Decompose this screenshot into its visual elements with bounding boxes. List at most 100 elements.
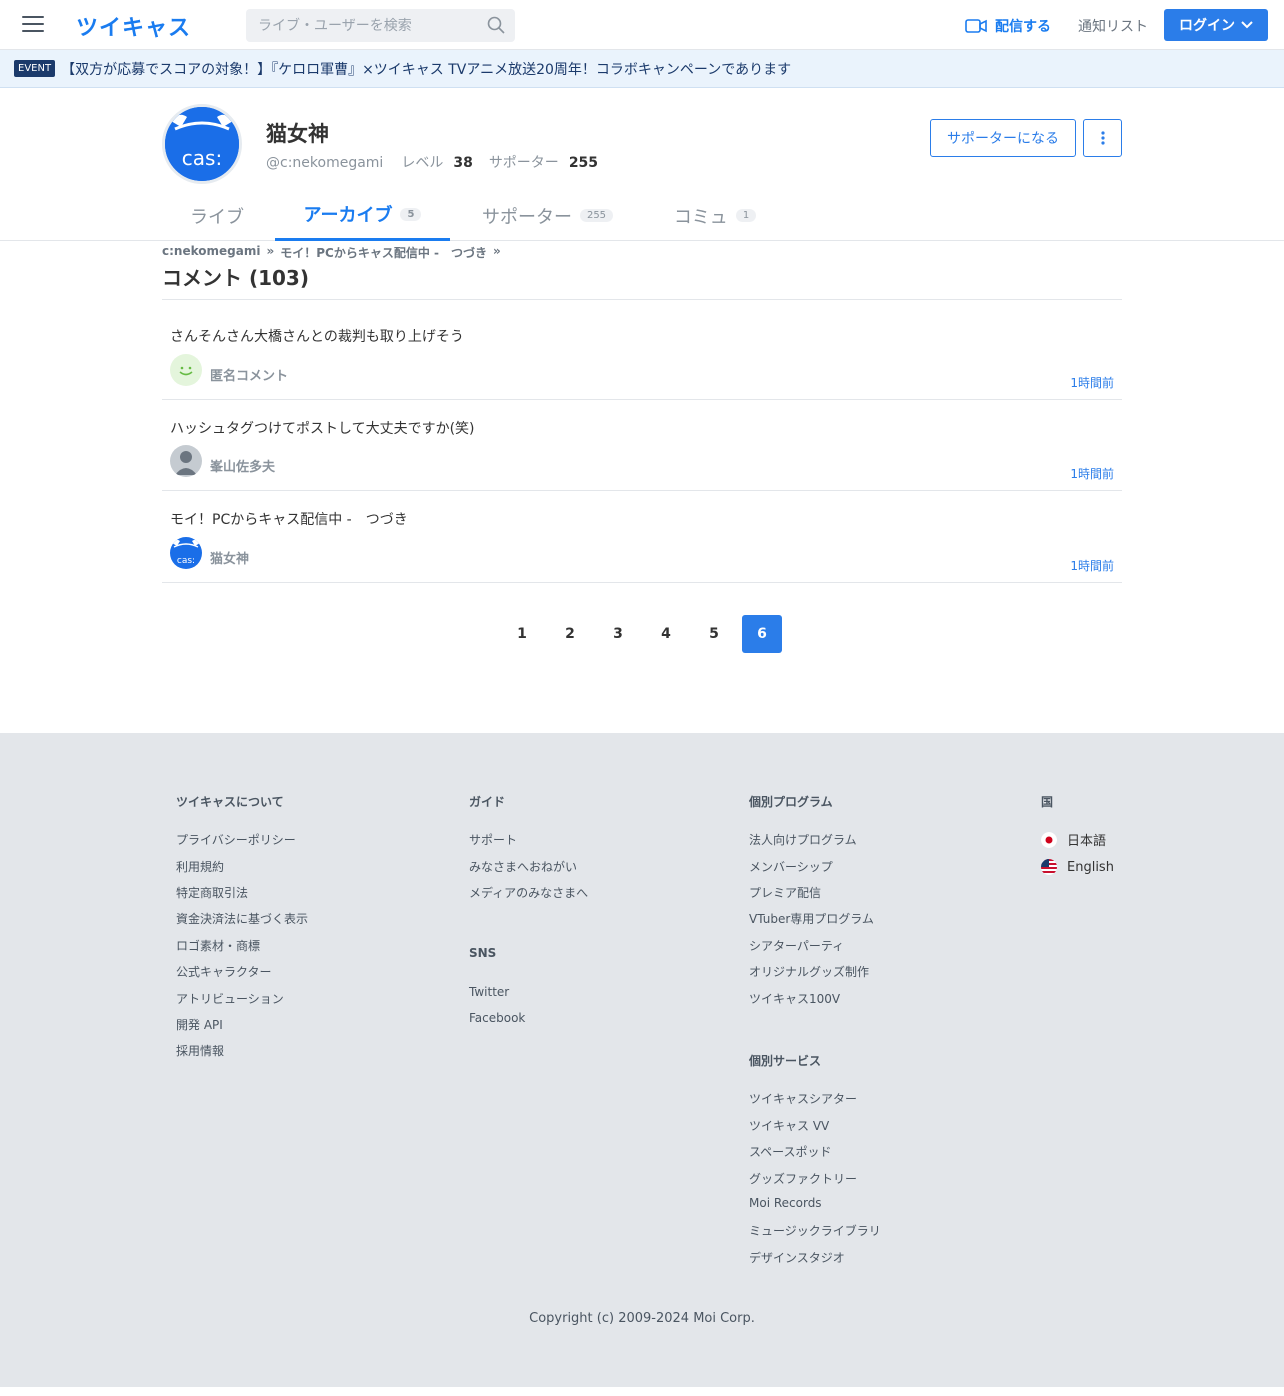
footer-link[interactable]: Twitter [469, 985, 509, 999]
person-avatar-icon[interactable] [170, 445, 202, 477]
broadcast-link[interactable]: 配信する [965, 16, 1051, 36]
breadcrumb-movie[interactable]: モイ！PCからキャス配信中 - つづき [280, 244, 487, 261]
comment-item: ハッシュタグつけてポストして大丈夫ですか(笑) 峯山佐多夫 1時間前 [162, 400, 1122, 491]
footer-link[interactable]: 利用規約 [176, 858, 224, 875]
comments-title: コメント (103) [162, 266, 309, 290]
footer-link[interactable]: 法人向けプログラム [749, 831, 857, 848]
page-4-link[interactable]: 4 [646, 615, 686, 653]
supporter-count-label: サポーター [488, 155, 559, 171]
footer-services-title: 個別サービス [749, 1054, 822, 1068]
search-icon[interactable] [487, 16, 505, 34]
supporter-count-value: 255 [568, 155, 599, 171]
footer-link[interactable]: デザインスタジオ [749, 1249, 845, 1266]
footer-programs-title: 個別プログラム [749, 795, 833, 809]
footer-link[interactable]: メディアのみなさまへ [469, 884, 588, 901]
footer-link[interactable]: Moi Records [749, 1196, 822, 1210]
page-1-link[interactable]: 1 [502, 615, 542, 653]
footer-link[interactable]: シアターパーティ [749, 937, 844, 954]
language-japanese[interactable]: 日本語 [1041, 830, 1106, 849]
footer-link[interactable]: グッズファクトリー [749, 1170, 857, 1187]
footer-link[interactable]: 開発 API [176, 1016, 223, 1033]
footer-link[interactable]: プライバシーポリシー [176, 831, 296, 848]
top-header: ツイキャス 配信する 通知リスト ログイン [0, 0, 1284, 50]
page-6-current[interactable]: 6 [742, 615, 782, 653]
cas-avatar-icon[interactable]: cas: [170, 537, 202, 569]
comment-item: モイ！PCからキャス配信中 - つづき cas: 猫女神 1時間前 [162, 491, 1122, 583]
profile-handle: @c:nekomegami [266, 155, 384, 171]
svg-text:cas:: cas: [177, 556, 195, 566]
level-label: レベル [401, 155, 444, 171]
us-flag-icon [1041, 859, 1057, 875]
language-label: 日本語 [1067, 834, 1107, 849]
comment-text: モイ！PCからキャス配信中 - つづき [170, 512, 408, 528]
tab-count: 255 [579, 209, 614, 222]
copyright: Copyright (c) 2009-2024 Moi Corp. [529, 1311, 755, 1326]
search-input[interactable] [246, 9, 476, 42]
footer-link[interactable]: アトリビューション [176, 990, 284, 1007]
profile-name: 猫女神 [266, 122, 329, 146]
comment-user[interactable]: 峯山佐多夫 [210, 456, 275, 475]
tab-archive[interactable]: アーカイブ 5 [275, 190, 450, 241]
footer: ツイキャスについて プライバシーポリシー 利用規約 特定商取引法 資金決済法に基… [0, 733, 1284, 1387]
footer-link[interactable]: サポート [469, 831, 517, 848]
menu-icon[interactable] [22, 16, 44, 34]
profile-tabs: ライブ アーカイブ 5 サポーター 255 コミュ 1 [0, 190, 1284, 241]
footer-link[interactable]: プレミア配信 [749, 884, 821, 901]
tab-label: コミュ [673, 206, 728, 228]
footer-link[interactable]: ツイキャス VV [749, 1117, 829, 1134]
breadcrumb-separator: » [492, 244, 501, 258]
comment-time[interactable]: 1時間前 [1070, 374, 1114, 391]
chevron-down-icon [1241, 21, 1253, 29]
comment-user[interactable]: 猫女神 [210, 548, 249, 567]
page-3-link[interactable]: 3 [598, 615, 638, 653]
breadcrumb: c:nekomegami » モイ！PCからキャス配信中 - つづき » [162, 244, 507, 261]
cas-logo-icon: cas: [165, 107, 239, 181]
site-logo[interactable]: ツイキャス [76, 10, 191, 42]
footer-link[interactable]: オリジナルグッズ制作 [749, 963, 869, 980]
language-english[interactable]: English [1041, 859, 1114, 875]
footer-link[interactable]: スペースポッド [749, 1143, 832, 1160]
language-label: English [1067, 859, 1114, 875]
notification-list-link[interactable]: 通知リスト [1078, 16, 1148, 36]
footer-link[interactable]: Facebook [469, 1011, 525, 1025]
comment-time[interactable]: 1時間前 [1070, 465, 1114, 482]
page-5-link[interactable]: 5 [694, 615, 734, 653]
comment-user[interactable]: 匿名コメント [210, 365, 288, 384]
comment-item: さんそんさん大橋さんとの裁判も取り上げそう 匿名コメント 1時間前 [162, 300, 1122, 400]
profile-avatar[interactable]: cas: [162, 104, 242, 184]
footer-link[interactable]: みなさまへおねがい [469, 858, 577, 875]
footer-link[interactable]: 公式キャラクター [176, 963, 272, 980]
footer-link[interactable]: ミュージックライブラリ [749, 1222, 881, 1239]
broadcast-label: 配信する [995, 19, 1051, 35]
breadcrumb-user[interactable]: c:nekomegami [162, 244, 260, 261]
event-link[interactable]: 【双方が応募でスコアの対象！】『ケロロ軍曹』×ツイキャス TVアニメ放送20周年… [61, 59, 791, 79]
footer-link[interactable]: 資金決済法に基づく表示 [176, 910, 308, 927]
breadcrumb-separator: » [266, 244, 275, 258]
become-supporter-button[interactable]: サポーターになる [930, 119, 1076, 157]
footer-link[interactable]: ツイキャスシアター [749, 1090, 857, 1107]
tab-supporters[interactable]: サポーター 255 [455, 190, 640, 241]
smile-avatar-icon[interactable] [170, 354, 202, 386]
footer-link[interactable]: VTuber専用プログラム [749, 910, 874, 927]
comment-text: さんそんさん大橋さんとの裁判も取り上げそう [170, 329, 464, 345]
comment-time[interactable]: 1時間前 [1070, 557, 1114, 574]
video-camera-icon [965, 19, 987, 33]
login-button[interactable]: ログイン [1164, 9, 1268, 41]
tab-label: アーカイブ [303, 205, 393, 226]
footer-link[interactable]: ツイキャス100V [749, 990, 840, 1007]
footer-link[interactable]: 特定商取引法 [176, 884, 248, 901]
tab-label: ライブ [190, 206, 244, 228]
more-options-button[interactable] [1083, 119, 1122, 157]
search-box [246, 9, 515, 42]
japan-flag-icon [1041, 831, 1057, 848]
comment-text: ハッシュタグつけてポストして大丈夫ですか(笑) [170, 421, 475, 437]
tab-count: 1 [735, 209, 757, 222]
footer-link[interactable]: メンバーシップ [749, 858, 833, 875]
tab-community[interactable]: コミュ 1 [645, 190, 785, 241]
footer-link[interactable]: 採用情報 [176, 1042, 224, 1059]
page-2-link[interactable]: 2 [550, 615, 590, 653]
tab-label: サポーター [481, 206, 572, 228]
footer-sns-title: SNS [469, 946, 497, 960]
footer-link[interactable]: ロゴ素材・商標 [176, 937, 260, 954]
tab-live[interactable]: ライブ [162, 190, 272, 241]
